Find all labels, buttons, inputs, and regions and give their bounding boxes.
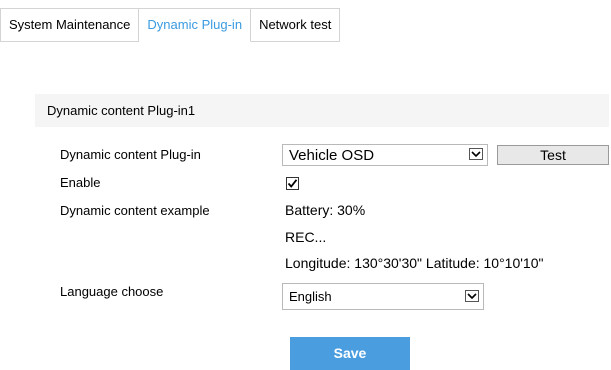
save-button[interactable]: Save xyxy=(290,337,410,370)
tab-system-maintenance[interactable]: System Maintenance xyxy=(0,8,140,42)
language-select[interactable]: English xyxy=(282,283,484,310)
example-line: Battery: 30% xyxy=(285,202,366,218)
chevron-down-icon xyxy=(469,148,483,160)
example-line: Longitude: 130°30'30" Latitude: 10°10'10… xyxy=(285,255,544,271)
chevron-down-icon xyxy=(465,290,479,302)
example-line: REC... xyxy=(285,229,327,245)
enable-checkbox[interactable] xyxy=(286,177,299,190)
tab-network-test[interactable]: Network test xyxy=(251,8,341,42)
example-label: Dynamic content example xyxy=(60,203,210,218)
tab-dynamic-plug-in[interactable]: Dynamic Plug-in xyxy=(139,8,252,42)
enable-label: Enable xyxy=(60,175,101,190)
panel-title: Dynamic content Plug-in1 xyxy=(47,103,196,118)
language-label: Language choose xyxy=(60,284,164,299)
tab-bar: System Maintenance Dynamic Plug-in Netwo… xyxy=(0,8,341,42)
language-select-value: English xyxy=(289,289,332,304)
plugin-select-value: Vehicle OSD xyxy=(289,147,375,164)
plugin-label: Dynamic content Plug-in xyxy=(60,147,201,162)
plugin-select[interactable]: Vehicle OSD xyxy=(282,144,488,166)
test-button[interactable]: Test xyxy=(497,145,609,165)
panel-header: Dynamic content Plug-in1 xyxy=(35,94,609,127)
checkmark-icon xyxy=(287,179,298,188)
